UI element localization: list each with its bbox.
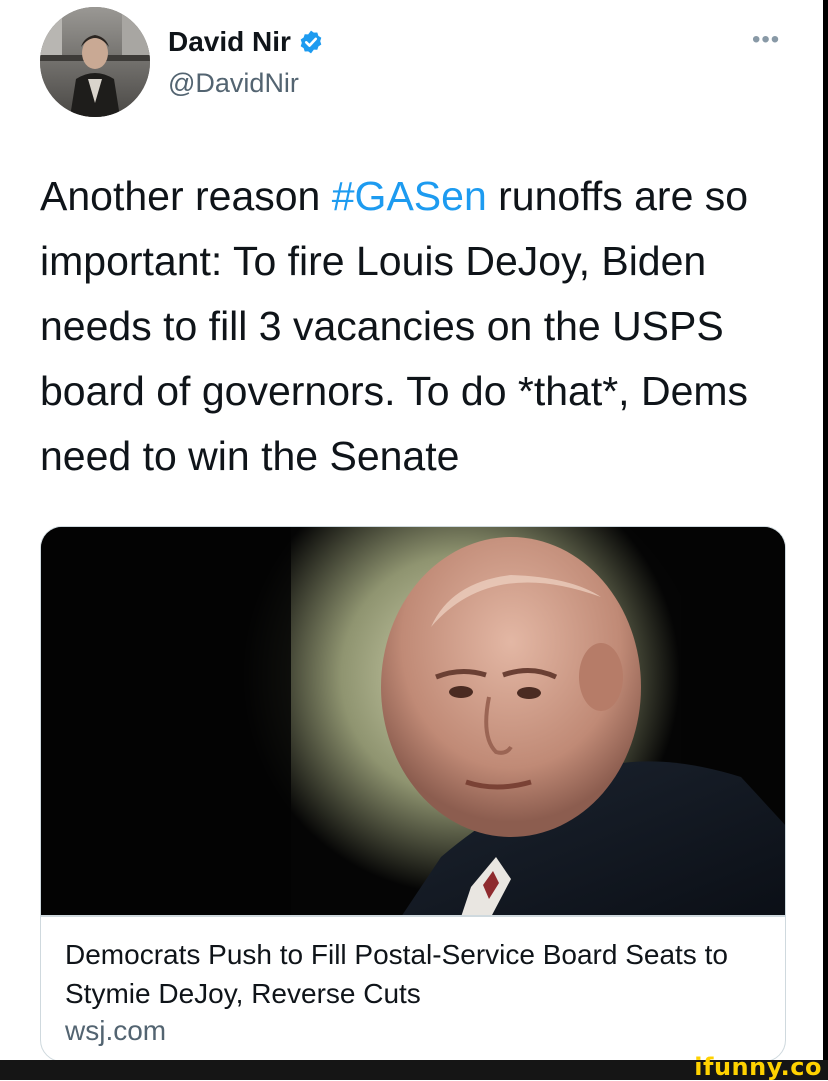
- more-options-icon[interactable]: •••: [752, 26, 780, 54]
- author-name-row[interactable]: David Nir: [168, 26, 324, 58]
- link-preview-card[interactable]: Democrats Push to Fill Postal-Service Bo…: [40, 526, 786, 1062]
- link-card-image[interactable]: [41, 527, 785, 917]
- tweet-text: Another reason #GASen runoffs are so imp…: [40, 164, 810, 489]
- card-divider: [41, 915, 785, 917]
- verified-badge-icon: [298, 29, 324, 55]
- author-handle[interactable]: @DavidNir: [168, 68, 299, 99]
- link-card-title[interactable]: Democrats Push to Fill Postal-Service Bo…: [65, 935, 765, 1013]
- avatar-photo: [40, 7, 150, 117]
- tweet-text-part: Another reason: [40, 173, 332, 219]
- ifunny-watermark-logo: ifunny.co: [694, 1053, 822, 1081]
- display-name[interactable]: David Nir: [168, 26, 291, 58]
- portrait-photo: [41, 527, 785, 917]
- avatar[interactable]: [40, 7, 150, 117]
- link-card-domain: wsj.com: [65, 1015, 167, 1046]
- hashtag-link[interactable]: #GASen: [332, 173, 487, 219]
- right-edge-border: [823, 0, 828, 1060]
